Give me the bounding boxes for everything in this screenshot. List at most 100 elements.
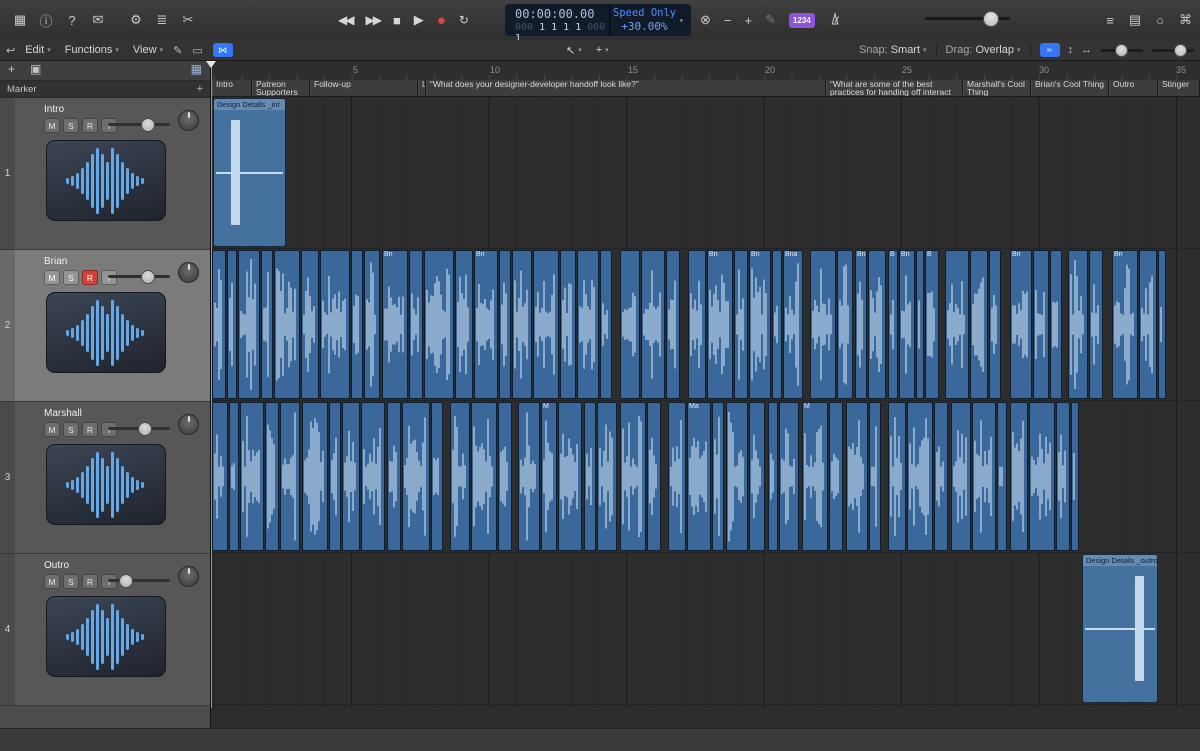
audio-region[interactable]: Bria: [855, 250, 867, 399]
scissors-icon[interactable]: ✂: [176, 8, 200, 32]
marker-segment[interactable]: “What does your designer-developer hando…: [426, 80, 826, 96]
track-header-intro[interactable]: 1 Intro MSRI: [0, 98, 210, 250]
track-volume-slider[interactable]: [108, 574, 170, 588]
add-track-button[interactable]: +: [8, 62, 15, 76]
audio-region[interactable]: [533, 250, 559, 399]
waveform-zoom-icon[interactable]: ≈: [1039, 43, 1060, 57]
audio-region[interactable]: [212, 402, 228, 551]
audio-region[interactable]: [1029, 402, 1055, 551]
new-window-icon[interactable]: ▦: [8, 8, 32, 32]
list-icon[interactable]: ≡: [1106, 13, 1114, 28]
cycle-button[interactable]: ↻: [459, 13, 469, 27]
audio-region[interactable]: [1010, 402, 1028, 551]
audio-region[interactable]: [364, 250, 380, 399]
menu-view[interactable]: View ▾: [133, 44, 163, 56]
marker-segment[interactable]: “What are some of the best practices for…: [826, 80, 963, 96]
audio-region[interactable]: [450, 402, 470, 551]
audio-region[interactable]: Ma: [687, 402, 711, 551]
audio-region[interactable]: [558, 402, 582, 551]
drag-dropdown[interactable]: Drag: Overlap ▾: [946, 44, 1021, 56]
audio-region[interactable]: [512, 250, 532, 399]
marker-segment[interactable]: Stinger: [1158, 80, 1200, 96]
master-volume-knob[interactable]: [983, 11, 999, 27]
arrange-area[interactable]: Design Details _intBriBriBriBriBriaBriaB…: [210, 97, 1200, 708]
audio-region[interactable]: [301, 250, 319, 399]
audio-region-outro[interactable]: Design Details _outro: [1082, 554, 1158, 703]
audio-region[interactable]: [431, 402, 443, 551]
audio-region[interactable]: [424, 250, 454, 399]
audio-region[interactable]: [1158, 250, 1166, 399]
lcd-chevron-icon[interactable]: ▾: [679, 4, 691, 36]
record-enable-button[interactable]: R: [82, 574, 98, 589]
record-enable-button[interactable]: R: [82, 422, 98, 437]
mute-button[interactable]: M: [44, 270, 60, 285]
track-volume-knob[interactable]: [119, 574, 133, 588]
audio-region[interactable]: [342, 402, 360, 551]
pan-knob[interactable]: [178, 110, 199, 131]
marker-segment[interactable]: Follow-up: [310, 80, 418, 96]
audio-region[interactable]: [734, 250, 748, 399]
track-volume-knob[interactable]: [138, 422, 152, 436]
audio-region[interactable]: [907, 402, 933, 551]
track-volume-slider[interactable]: [108, 270, 170, 284]
settings-icon[interactable]: ⚙: [124, 8, 148, 32]
audio-region[interactable]: [1071, 402, 1079, 551]
lcd-display[interactable]: 00:00:00.00 000 1 1 1 1 000 1 Speed Only…: [505, 4, 691, 44]
vertical-zoom-icon[interactable]: ↕: [1068, 44, 1074, 56]
info-icon[interactable]: ⓘ: [34, 8, 58, 32]
bar-ruler[interactable]: 5 10 15 20 25 30 35: [210, 60, 1200, 81]
audio-region[interactable]: [972, 402, 996, 551]
track-volume-slider[interactable]: [108, 118, 170, 132]
solo-button[interactable]: S: [63, 574, 79, 589]
audio-region[interactable]: Bri: [382, 250, 408, 399]
audio-region[interactable]: [280, 402, 300, 551]
audio-region[interactable]: [387, 402, 401, 551]
track-header-outro[interactable]: 4 Outro MSRI: [0, 554, 210, 706]
audio-region[interactable]: [989, 250, 1001, 399]
stop-button[interactable]: ■: [393, 13, 401, 28]
loop-browser-icon[interactable]: ○: [1156, 13, 1164, 28]
track-lane-intro[interactable]: Design Details _int: [210, 97, 1200, 249]
shortcuts-icon[interactable]: ⌘: [1179, 12, 1192, 28]
audio-region[interactable]: [641, 250, 665, 399]
flex-icon[interactable]: ▭: [192, 44, 202, 57]
audio-region[interactable]: B: [925, 250, 939, 399]
audio-region[interactable]: [518, 402, 540, 551]
audio-region[interactable]: [455, 250, 473, 399]
audio-region[interactable]: B: [888, 250, 898, 399]
solo-button[interactable]: S: [63, 270, 79, 285]
audio-region[interactable]: M: [802, 402, 828, 551]
audio-region[interactable]: [1139, 250, 1157, 399]
audio-region[interactable]: [1050, 250, 1062, 399]
audio-region[interactable]: Bri: [1112, 250, 1138, 399]
audio-region[interactable]: [584, 402, 596, 551]
audio-region[interactable]: [240, 402, 264, 551]
mute-button[interactable]: M: [44, 422, 60, 437]
view-mode-button[interactable]: ▦: [191, 62, 202, 76]
marker-segment[interactable]: Intro: [212, 80, 252, 96]
rewind-button[interactable]: ◀◀: [338, 13, 355, 27]
add-marker-button[interactable]: +: [197, 83, 203, 95]
audio-region-intro[interactable]: Design Details _int: [213, 98, 286, 247]
audio-region[interactable]: [329, 402, 341, 551]
audio-region[interactable]: [868, 250, 886, 399]
mute-button[interactable]: M: [44, 118, 60, 133]
duplicate-track-button[interactable]: ▣: [30, 62, 41, 76]
mixer-icon[interactable]: ≣: [150, 8, 174, 32]
audio-region[interactable]: [666, 250, 680, 399]
master-volume-slider[interactable]: [925, 11, 1010, 27]
secondary-tool-selector[interactable]: + ▾: [596, 44, 609, 56]
horizontal-zoom-icon[interactable]: ↔: [1081, 44, 1092, 56]
autocrossfade-button[interactable]: ⋈: [212, 43, 233, 57]
mute-button[interactable]: M: [44, 574, 60, 589]
play-button[interactable]: ▶: [414, 12, 424, 28]
back-icon[interactable]: ↩: [6, 44, 15, 57]
no-overlap-icon[interactable]: ⊗: [700, 12, 711, 28]
audio-region[interactable]: [997, 402, 1007, 551]
audio-region[interactable]: [1089, 250, 1103, 399]
pan-knob[interactable]: [178, 566, 199, 587]
audio-region[interactable]: [668, 402, 686, 551]
audio-region[interactable]: [471, 402, 497, 551]
track-volume-knob[interactable]: [141, 270, 155, 284]
track-volume-knob[interactable]: [141, 118, 155, 132]
